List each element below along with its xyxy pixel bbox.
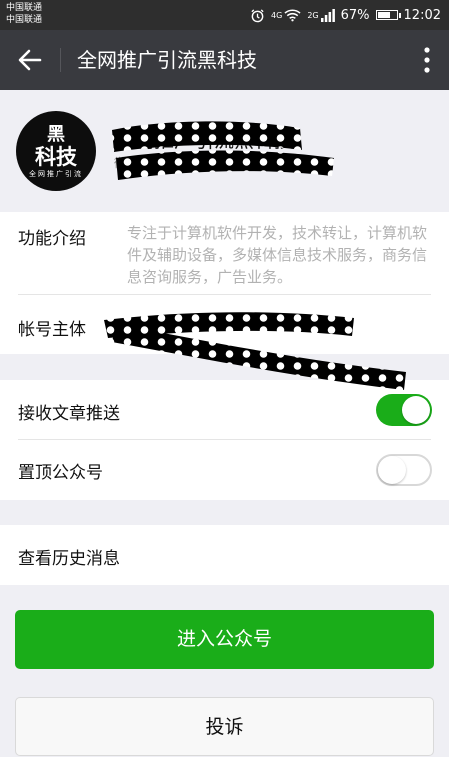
- signal-icon: [320, 8, 335, 22]
- avatar[interactable]: 黑 科技 全网推广引流: [16, 111, 96, 191]
- avatar-text-main: 科技: [35, 145, 77, 169]
- title-divider: [60, 48, 61, 72]
- battery-percent: 67%: [340, 7, 370, 23]
- toggle-knob: [402, 396, 430, 424]
- alarm-icon: [251, 8, 264, 22]
- status-bar: 中国联通 中国联通 4G 2G 67% 12:02: [0, 0, 449, 30]
- clock: 12:02: [403, 7, 441, 23]
- network-type-1: 4G: [271, 10, 283, 20]
- network-type-2: 2G: [307, 10, 319, 20]
- push-label: 接收文章推送: [18, 404, 120, 424]
- wifi-icon: [284, 9, 301, 22]
- intro-text: 专注于计算机软件开发，技术转让，计算机软件及辅助设备，多媒体信息技术服务，商务信…: [127, 224, 428, 286]
- more-vertical-icon[interactable]: [423, 46, 431, 74]
- back-arrow-icon[interactable]: [14, 44, 46, 76]
- divider: [18, 294, 431, 295]
- divider: [18, 439, 431, 440]
- pin-label: 置顶公众号: [18, 463, 103, 483]
- intro-label: 功能介绍: [18, 229, 86, 249]
- push-toggle[interactable]: [376, 394, 432, 426]
- carrier-2: 中国联通: [6, 15, 43, 25]
- battery-fill: [377, 12, 390, 18]
- toggle-knob: [378, 456, 406, 484]
- account-id: 微信号：...: [114, 156, 174, 170]
- subject-label: 帐号主体: [18, 320, 86, 340]
- avatar-text-top: 黑: [47, 124, 65, 145]
- history-label: 查看历史消息: [18, 549, 120, 569]
- battery-icon: [375, 10, 401, 20]
- history-messages-row[interactable]: 查看历史消息: [0, 525, 449, 585]
- avatar-text-sub: 全网推广引流: [29, 170, 83, 178]
- title-bar: 全网推广引流黑科技: [0, 30, 449, 90]
- account-name: 全网推广引流黑科技: [114, 128, 294, 152]
- carrier-info: 中国联通 中国联通: [6, 2, 42, 26]
- status-icons: 4G 2G 67% 12:02: [250, 6, 441, 24]
- pin-toggle[interactable]: [376, 454, 432, 486]
- settings-card: 接收文章推送 置顶公众号: [0, 380, 449, 500]
- report-button[interactable]: 投诉: [15, 697, 434, 756]
- page-title: 全网推广引流黑科技: [77, 48, 257, 72]
- subject-value[interactable]: 郑州...: [127, 317, 171, 338]
- carrier-1: 中国联通: [6, 3, 43, 13]
- account-info-card: 功能介绍 专注于计算机软件开发，技术转让，计算机软件及辅助设备，多媒体信息技术服…: [0, 212, 449, 354]
- profile-header: 黑 科技 全网推广引流 全网推广引流黑科技 微信号：...: [0, 90, 449, 212]
- enter-account-button[interactable]: 进入公众号: [15, 610, 434, 669]
